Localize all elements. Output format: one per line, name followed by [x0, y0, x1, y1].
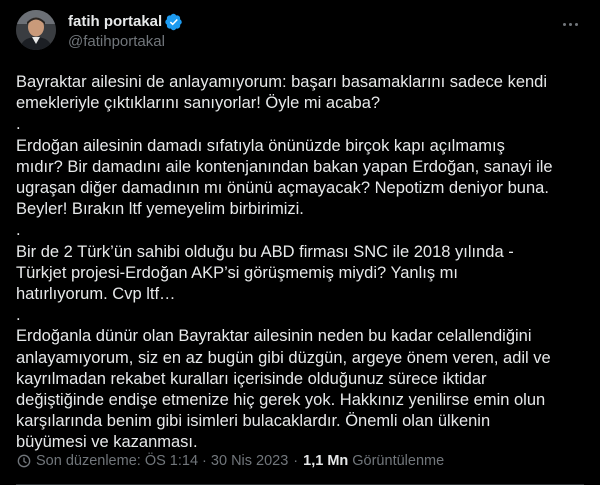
tweet-paragraph: Bayraktar ailesini de anlayamıyorum: baş…: [16, 73, 548, 113]
avatar-image: [16, 10, 56, 50]
tweet-separator-dot: .: [16, 115, 21, 134]
tweet-text: Bayraktar ailesini de anlayamıyorum: baş…: [16, 72, 584, 454]
more-options-icon[interactable]: [558, 14, 582, 34]
tweet-separator-dot: .: [16, 221, 21, 240]
tweet-header: fatih portakal @fatihportakal: [16, 10, 584, 58]
edited-clock-icon[interactable]: [16, 453, 32, 469]
author-display-name[interactable]: fatih portakal: [68, 12, 162, 32]
tweet-paragraph: Erdoğanla dünür olan Bayraktar ailesinin…: [16, 327, 551, 452]
edited-timestamp[interactable]: Son düzenleme: ÖS 1:14 · 30 Nis 2023: [36, 453, 288, 469]
avatar[interactable]: [16, 10, 56, 50]
meta-separator: ·: [293, 453, 299, 469]
views-label: Görüntülenme: [352, 453, 445, 469]
tweet: fatih portakal @fatihportakal Bayraktar …: [0, 0, 600, 485]
tweet-meta: Son düzenleme: ÖS 1:14 · 30 Nis 2023 · 1…: [16, 450, 444, 472]
views-count: 1,1 Mn: [303, 453, 349, 469]
tweet-paragraph: Erdoğan ailesinin damadı sıfatıyla önünü…: [16, 136, 553, 219]
tweet-separator-dot: .: [16, 306, 21, 325]
author-names: fatih portakal @fatihportakal: [68, 12, 183, 52]
verified-badge-icon[interactable]: [165, 13, 183, 31]
author-handle[interactable]: @fatihportakal: [68, 32, 183, 52]
tweet-paragraph: Bir de 2 Türk’ün sahibi olduğu bu ABD fi…: [16, 242, 514, 303]
